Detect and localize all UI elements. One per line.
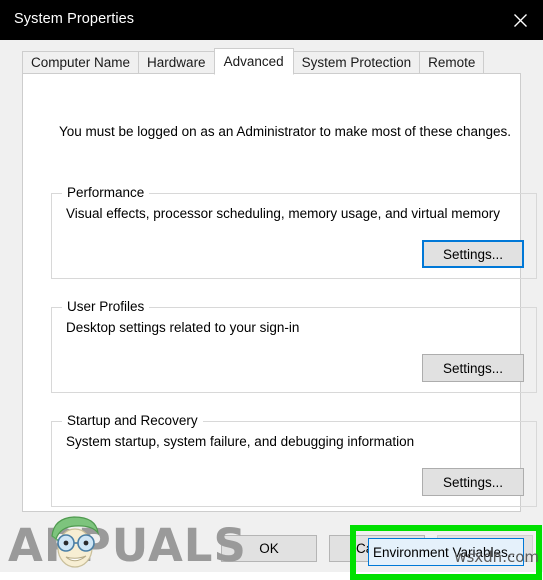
group-performance-description: Visual effects, processor scheduling, me… bbox=[66, 206, 500, 221]
title-bar: System Properties bbox=[0, 0, 543, 40]
group-startup-and-recovery-description: System startup, system failure, and debu… bbox=[66, 434, 415, 449]
administrator-note: You must be logged on as an Administrato… bbox=[59, 124, 512, 139]
dialog-body: You must be logged on as an Administrato… bbox=[0, 40, 543, 580]
tab-system-protection[interactable]: System Protection bbox=[292, 51, 421, 74]
tab-strip: Computer Name Hardware Advanced System P… bbox=[22, 48, 485, 75]
tab-panel-advanced: You must be logged on as an Administrato… bbox=[22, 73, 542, 580]
ok-button[interactable]: OK bbox=[221, 535, 317, 562]
performance-settings-button[interactable]: Settings... bbox=[422, 240, 524, 268]
environment-variables-button[interactable]: Environment Variables... bbox=[368, 538, 524, 566]
window-title: System Properties bbox=[14, 11, 135, 27]
startup-recovery-settings-button[interactable]: Settings... bbox=[422, 468, 524, 496]
group-startup-and-recovery-legend: Startup and Recovery bbox=[62, 413, 203, 428]
group-performance: Performance Visual effects, processor sc… bbox=[51, 185, 537, 279]
group-user-profiles-description: Desktop settings related to your sign-in bbox=[66, 320, 300, 335]
group-startup-and-recovery: Startup and Recovery System startup, sys… bbox=[51, 413, 537, 507]
tab-advanced[interactable]: Advanced bbox=[213, 48, 294, 75]
system-properties-window: System Properties You must be logged on … bbox=[0, 0, 543, 580]
close-icon[interactable] bbox=[497, 0, 543, 40]
tab-remote[interactable]: Remote bbox=[419, 51, 485, 74]
user-profiles-settings-button[interactable]: Settings... bbox=[422, 354, 524, 382]
group-performance-legend: Performance bbox=[62, 185, 150, 200]
tab-hardware[interactable]: Hardware bbox=[138, 51, 215, 74]
group-user-profiles: User Profiles Desktop settings related t… bbox=[51, 299, 537, 393]
tab-computer-name[interactable]: Computer Name bbox=[22, 51, 140, 74]
group-user-profiles-legend: User Profiles bbox=[62, 299, 150, 314]
